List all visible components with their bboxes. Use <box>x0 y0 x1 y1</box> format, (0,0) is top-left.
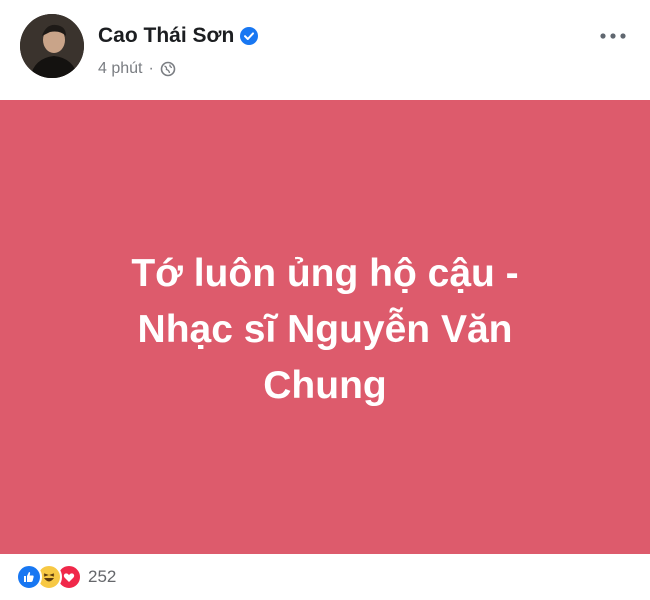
post-footer: 252 <box>0 554 650 600</box>
globe-icon[interactable] <box>160 61 176 77</box>
avatar[interactable] <box>20 14 84 78</box>
more-horizontal-icon <box>600 33 626 39</box>
post-header: Cao Thái Sơn 4 phút · <box>0 0 650 100</box>
facebook-post: Cao Thái Sơn 4 phút · Tớ luôn ủng hộ cậu… <box>0 0 650 600</box>
post-text: Tớ luôn ủng hộ cậu - Nhạc sĩ Nguyễn Văn … <box>131 252 519 407</box>
author-name[interactable]: Cao Thái Sơn <box>98 24 259 48</box>
verified-badge-icon <box>240 27 259 45</box>
user-avatar-image <box>20 14 84 78</box>
meta-separator: · <box>148 60 154 77</box>
reactions-summary[interactable]: 252 <box>16 564 116 590</box>
reaction-count[interactable]: 252 <box>88 567 116 587</box>
post-timestamp[interactable]: 4 phút <box>98 60 142 78</box>
post-meta: 4 phút · <box>98 60 176 78</box>
post-background-card: Tớ luôn ủng hộ cậu - Nhạc sĩ Nguyễn Văn … <box>0 100 650 554</box>
more-options-button[interactable] <box>596 26 630 46</box>
like-icon <box>16 564 42 590</box>
author-name-text[interactable]: Cao Thái Sơn <box>98 24 234 48</box>
